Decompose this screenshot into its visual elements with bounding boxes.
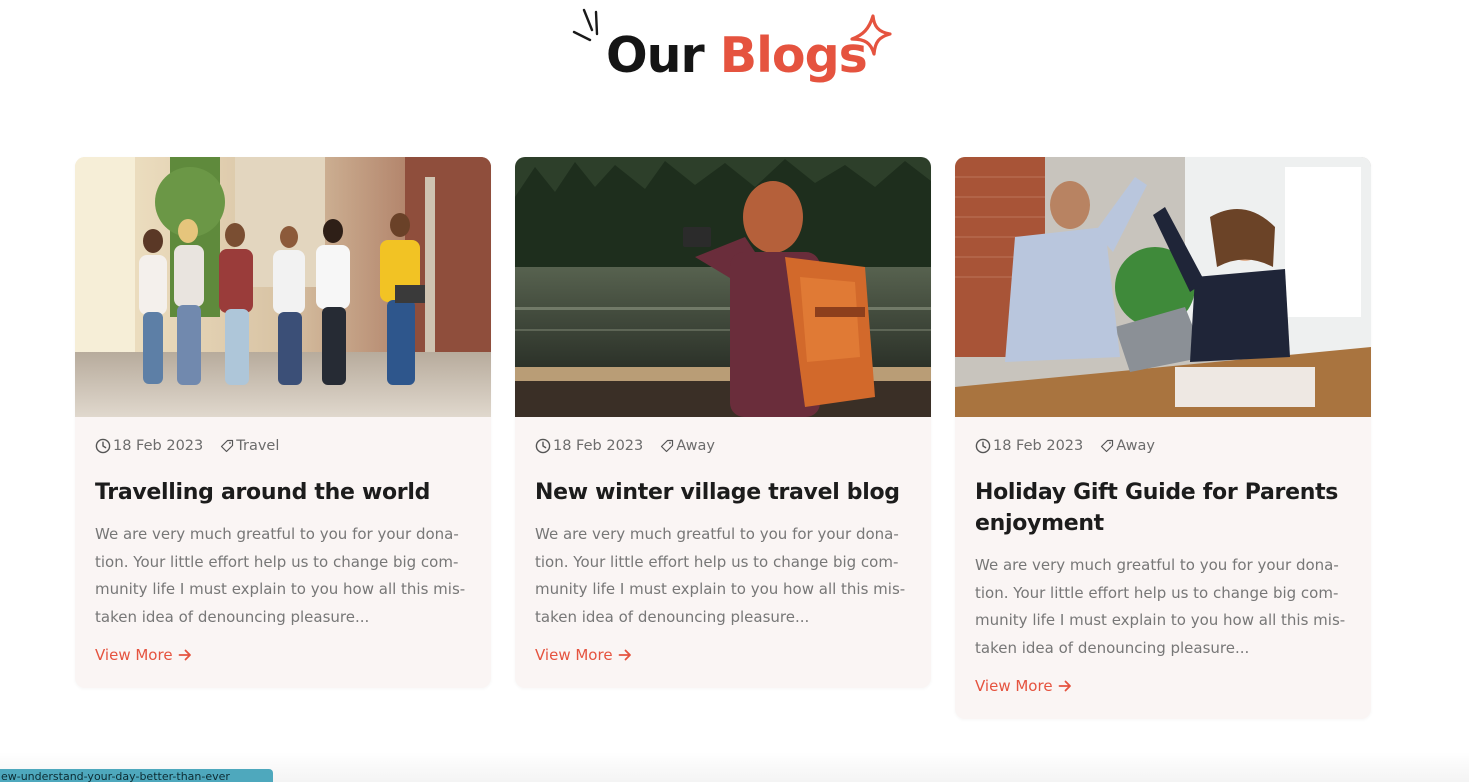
blog-card[interactable]: 18 Feb 2023 Away Holiday Gift Guide for … [955,157,1371,719]
clock-icon [95,438,111,454]
sparkle-star-icon [850,14,892,56]
clock-icon [535,438,551,454]
section-title-part1: Our [606,27,705,84]
blog-card-image[interactable] [75,157,491,417]
blog-card[interactable]: 18 Feb 2023 Travel Travelling around the… [75,157,491,688]
section-title: Our Blogs [606,26,868,86]
post-date: 18 Feb 2023 [95,438,203,454]
arrow-right-icon [618,649,631,661]
blog-card-title[interactable]: Travelling around the world [95,477,471,508]
blog-card-body: 18 Feb 2023 Away Holiday Gift Guide for … [955,417,1371,719]
blog-card-meta: 18 Feb 2023 Travel [95,437,471,455]
blog-card-title[interactable]: Holiday Gift Guide for Parents enjoyment [975,477,1351,539]
post-date-text: 18 Feb 2023 [113,438,204,454]
post-date-text: 18 Feb 2023 [993,438,1084,454]
section-title-part2: Blogs [719,27,868,84]
blog-card-list: 18 Feb 2023 Travel Travelling around the… [75,157,1375,727]
blog-card-meta: 18 Feb 2023 Away [975,437,1351,455]
post-tag[interactable]: Away [660,438,715,454]
post-tag-text: Travel [236,438,280,454]
arrow-right-icon [1058,680,1071,692]
view-more-label: View More [975,677,1053,695]
tag-icon [661,439,674,453]
view-more-link[interactable]: View More [95,646,192,664]
blog-card-body: 18 Feb 2023 Away New winter village trav… [515,417,931,688]
section-header: Our Blogs [0,0,1469,110]
view-more-link[interactable]: View More [535,646,632,664]
blog-card-body: 18 Feb 2023 Travel Travelling around the… [75,417,491,688]
blog-card[interactable]: 18 Feb 2023 Away New winter village trav… [515,157,931,688]
blog-card-excerpt: We are very much greatful to you for you… [535,525,906,626]
blog-card-excerpt: We are very much greatful to you for you… [975,556,1346,657]
post-date: 18 Feb 2023 [535,438,643,454]
tag-icon [221,439,234,453]
post-date: 18 Feb 2023 [975,438,1083,454]
link-status-bar: s-view-understand-your-day-better-than-e… [0,769,273,782]
view-more-link[interactable]: View More [975,677,1072,695]
post-tag-text: Away [676,438,715,454]
view-more-label: View More [95,646,173,664]
post-tag[interactable]: Away [1100,438,1155,454]
post-date-text: 18 Feb 2023 [553,438,644,454]
tag-icon [1101,439,1114,453]
blog-card-image[interactable] [515,157,931,417]
post-tag[interactable]: Travel [220,438,279,454]
clock-icon [975,438,991,454]
blog-card-title[interactable]: New winter village travel blog [535,477,911,508]
blog-card-excerpt: We are very much greatful to you for you… [95,525,466,626]
post-tag-text: Away [1116,438,1155,454]
blog-card-meta: 18 Feb 2023 Away [535,437,911,455]
blog-card-image[interactable] [955,157,1371,417]
arrow-right-icon [178,649,191,661]
view-more-label: View More [535,646,613,664]
